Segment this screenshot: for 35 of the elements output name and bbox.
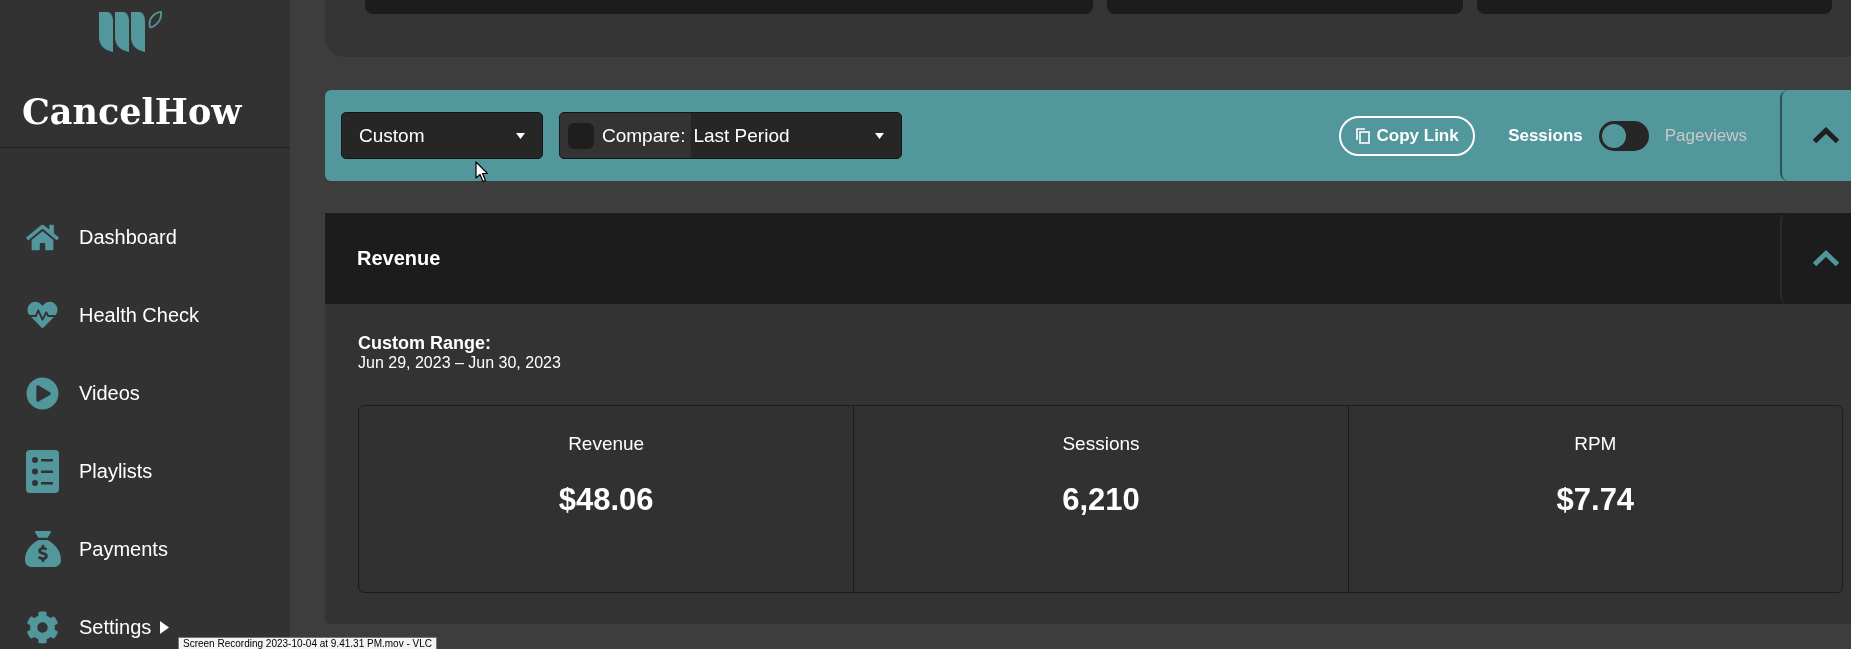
caret-right-icon <box>160 620 170 634</box>
nav-link[interactable]: Playlists <box>0 449 157 493</box>
caret-down-icon <box>875 132 884 139</box>
home-icon <box>26 222 59 252</box>
money-bag-icon <box>24 530 61 568</box>
nav-link[interactable]: Dashboard <box>0 215 181 259</box>
nav-link[interactable]: Health Check <box>0 293 204 337</box>
date-range-dropdown[interactable]: Custom <box>341 112 543 159</box>
mouse-pointer-icon <box>475 161 489 183</box>
stat-value: $7.74 <box>1556 482 1635 518</box>
nav-link[interactable]: Settings <box>0 605 174 649</box>
compare-label: Compare: <box>602 124 687 147</box>
nav-link[interactable]: Payments <box>0 527 172 571</box>
stat-label: Revenue <box>568 432 645 456</box>
caret-down-icon <box>516 132 525 139</box>
list-icon <box>26 449 59 493</box>
play-icon <box>26 376 59 410</box>
nav-link[interactable]: Videos <box>0 371 144 415</box>
heart-pulse-icon <box>26 300 59 330</box>
brand-name: CancelHow <box>0 90 290 148</box>
logo-icon <box>99 11 163 53</box>
chevron-up-icon <box>1812 127 1840 144</box>
settings-icon <box>26 610 59 644</box>
date-range-text: Jun 29, 2023 – Jun 30, 2023 <box>358 353 561 373</box>
stat-value: 6,210 <box>1062 482 1140 518</box>
stat-label: Sessions <box>1062 432 1140 456</box>
tooltip: Screen Recording 2023-10-04 at 9.41.31 PM.mov - VLC <box>178 637 438 649</box>
stat-label: RPM <box>1574 432 1617 456</box>
stat-value: $48.06 <box>558 482 654 518</box>
compare-dropdown[interactable]: Last Period <box>691 113 901 158</box>
copy-icon <box>1355 127 1370 144</box>
toggle-switch[interactable] <box>1598 120 1649 151</box>
range-label: Custom Range: <box>358 333 491 353</box>
section-title: Revenue <box>357 247 441 270</box>
chevron-up-icon <box>1812 250 1840 267</box>
